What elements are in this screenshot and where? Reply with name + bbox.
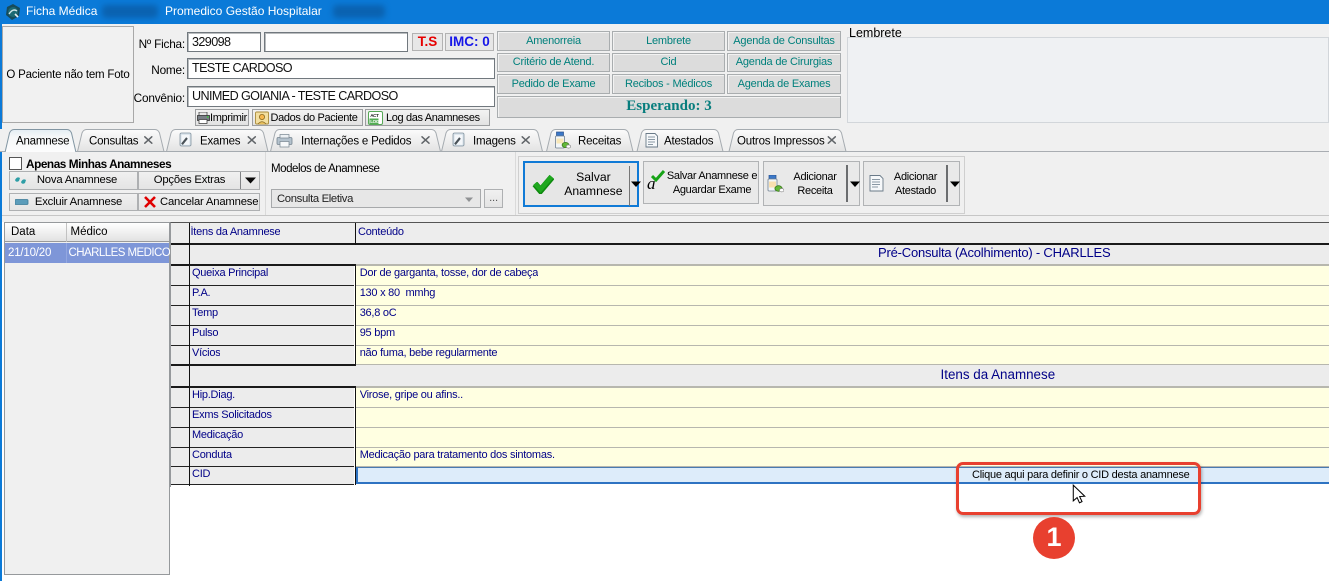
svg-text:Internações e Pedidos: Internações e Pedidos [301, 136, 412, 148]
svg-text:Atestados: Atestados [664, 136, 714, 148]
svg-text:Anamnese: Anamnese [16, 136, 69, 148]
svg-text:Consultas: Consultas [89, 136, 139, 148]
svg-text:LOG: LOG [370, 119, 380, 124]
svg-text:Imagens: Imagens [473, 136, 516, 148]
svg-text:ACT: ACT [370, 113, 379, 118]
svg-text:Receitas: Receitas [578, 136, 622, 148]
svg-text:Exames: Exames [200, 136, 241, 148]
svg-text:Outros Impressos: Outros Impressos [737, 136, 825, 148]
